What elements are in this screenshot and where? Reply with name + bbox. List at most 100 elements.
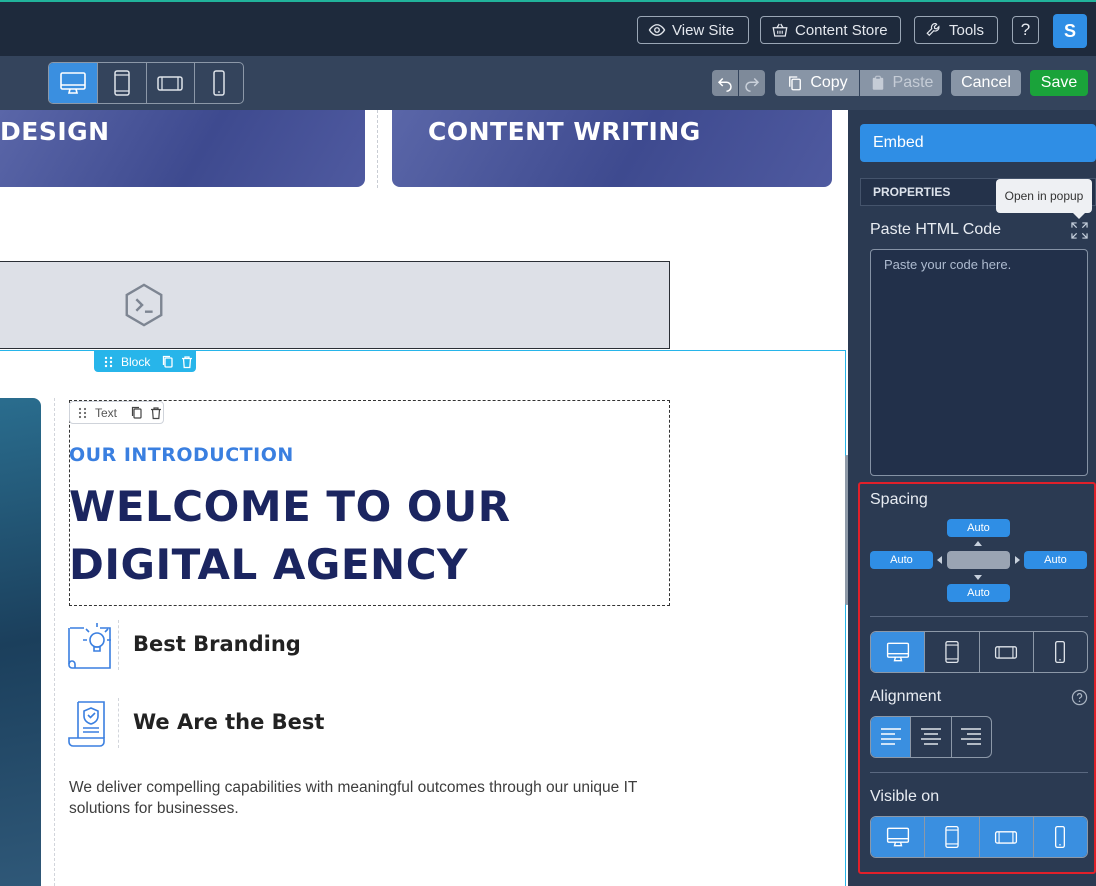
spacing-down-arrow-icon [974,575,982,580]
alignment-device-tablet-landscape[interactable] [980,632,1034,672]
visible-desktop-toggle[interactable] [871,817,926,857]
spacing-left-input[interactable]: Auto [870,551,933,569]
align-right-button[interactable] [952,717,991,757]
spacing-right-value: Auto [1044,554,1067,566]
visible-mobile-toggle[interactable] [1033,817,1087,857]
visibility-selector [870,816,1088,858]
align-center-icon [920,728,941,745]
duplicate-block-icon[interactable] [161,355,175,369]
device-tablet-portrait-button[interactable] [98,63,147,103]
view-site-button[interactable]: View Site [637,16,749,44]
device-tablet-landscape-button[interactable] [147,63,196,103]
paste-html-label: Paste HTML Code [870,221,1002,238]
undo-icon [717,77,732,92]
save-label: Save [1040,74,1078,91]
undo-button[interactable] [712,70,738,96]
content-writing-card[interactable]: CONTENT WRITING [392,110,832,187]
content-store-label: Content Store [795,21,888,39]
spacing-top-input[interactable]: Auto [947,519,1010,537]
visible-on-label: Visible on [870,788,940,805]
content-writing-card-title: CONTENT WRITING [428,117,701,146]
delete-text-icon[interactable] [149,406,163,420]
feature-divider [118,620,119,670]
drag-handle-icon[interactable] [102,355,116,369]
spacing-up-arrow-icon [974,541,982,546]
feature-best [66,698,118,750]
column-divider [54,398,55,886]
alignment-selector [870,716,992,758]
cancel-button[interactable]: Cancel [951,70,1021,96]
lightbulb-icon [68,623,111,669]
section-description: We deliver compelling capabilities with … [69,779,638,817]
expand-icon[interactable] [1071,222,1088,239]
user-avatar[interactable]: S [1053,14,1087,48]
align-left-button[interactable] [871,717,912,757]
alignment-label: Alignment [870,688,942,705]
column-divider [377,110,378,188]
text-label: Text [95,405,118,420]
visible-tablet-portrait-toggle[interactable] [925,817,980,857]
tools-button[interactable]: Tools [914,16,998,44]
help-button[interactable]: ? [1012,16,1039,44]
paste-icon [872,75,883,90]
embed-placeholder[interactable] [0,261,670,349]
align-right-icon [961,728,982,745]
spacing-right-input[interactable]: Auto [1024,551,1087,569]
align-left-icon [880,728,901,745]
spacing-left-arrow-icon [937,556,942,564]
design-service-card[interactable]: DESIGN [0,110,365,187]
spacing-top-value: Auto [967,522,990,534]
feature-best-title: We Are the Best [133,710,325,734]
open-in-popup-tooltip: Open in popup [996,179,1092,219]
avatar-initial: S [1063,20,1076,41]
save-button[interactable]: Save [1030,70,1088,96]
tablet-landscape-icon [995,831,1018,844]
copy-button[interactable]: Copy [775,70,859,96]
block-toolbar[interactable]: Block [94,351,196,372]
tooltip-text: Open in popup [1004,189,1084,203]
feature-branding-title: Best Branding [133,632,301,656]
device-mobile-button[interactable] [195,63,243,103]
paste-button[interactable]: Paste [860,70,942,96]
embed-panel-tab[interactable]: Embed [860,124,1096,162]
copy-label: Copy [810,74,848,91]
help-circle-icon[interactable] [1071,689,1088,706]
tablet-landscape-icon [995,646,1018,659]
delete-block-icon[interactable] [180,355,194,369]
section-eyebrow: OUR INTRODUCTION [69,444,294,466]
mobile-icon [1055,640,1066,664]
alignment-device-mobile[interactable] [1034,632,1087,672]
code-embed-icon [125,283,163,327]
spacing-bottom-value: Auto [967,587,990,599]
tablet-portrait-icon [945,640,959,664]
visible-tablet-landscape-toggle[interactable] [979,817,1034,857]
device-desktop-button[interactable] [49,63,98,103]
duplicate-text-icon[interactable] [130,406,144,420]
spacing-left-value: Auto [890,554,913,566]
mobile-icon [213,70,225,96]
alignment-device-switcher [870,631,1088,673]
section-divider [870,616,1088,617]
text-toolbar[interactable]: Text [69,401,164,424]
top-bar: View Site Content Store Tools ? S [0,0,1096,56]
redo-button[interactable] [739,70,765,96]
drag-handle-icon[interactable] [76,406,90,420]
spacing-bottom-input[interactable]: Auto [947,584,1010,602]
cancel-label: Cancel [961,74,1011,91]
spacing-element-box [947,551,1010,569]
tools-label: Tools [949,21,985,39]
desktop-icon [886,642,909,662]
content-store-button[interactable]: Content Store [760,16,901,44]
feature-divider [118,698,119,748]
align-center-button[interactable] [911,717,952,757]
alignment-device-tablet-portrait[interactable] [925,632,980,672]
spacing-label: Spacing [870,491,928,508]
section-divider [870,772,1088,773]
tablet-portrait-icon [945,825,959,849]
device-switcher [48,62,244,104]
certificate-icon [68,701,105,747]
alignment-device-desktop[interactable] [871,632,926,672]
design-card-title: DESIGN [0,117,110,146]
copy-icon [789,76,802,91]
html-code-input[interactable] [870,249,1088,476]
